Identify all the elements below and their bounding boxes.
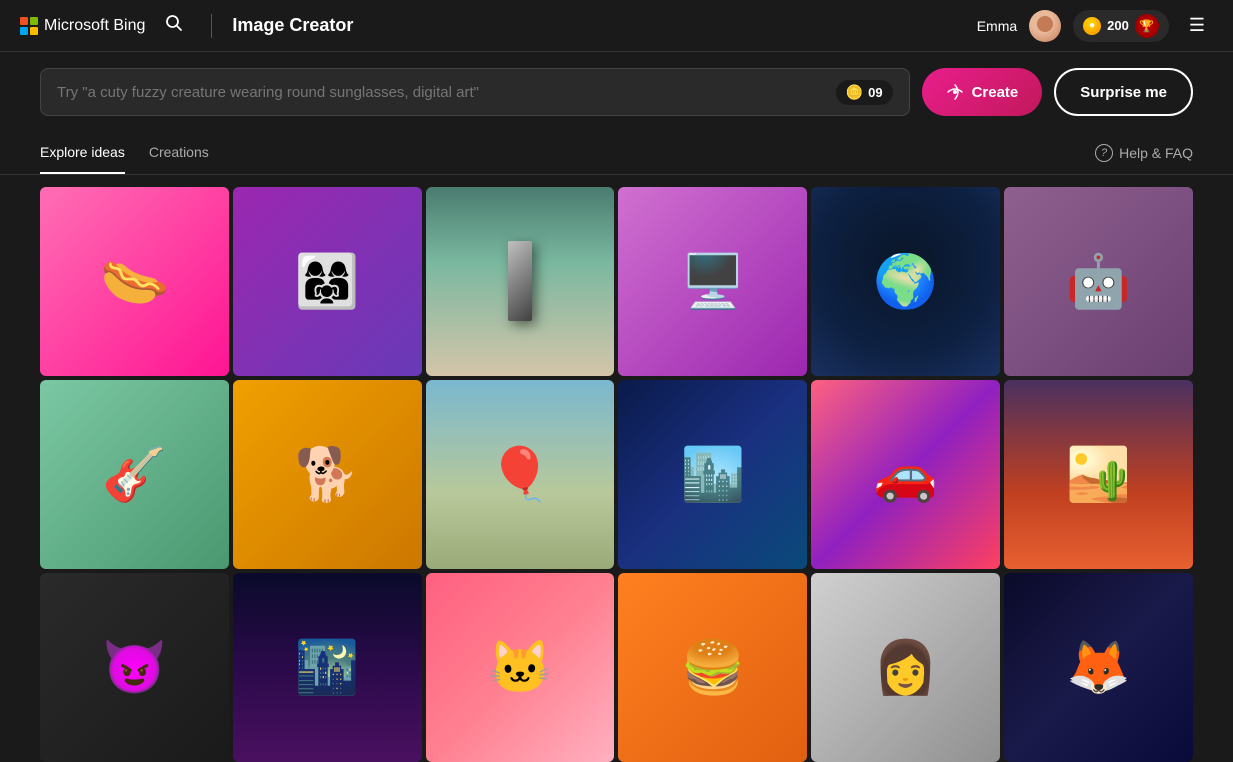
app-title: Image Creator <box>232 15 353 36</box>
image-cell-desert-figure[interactable] <box>1004 380 1193 569</box>
create-label: Create <box>972 84 1019 101</box>
search-icon-button[interactable] <box>157 10 191 41</box>
image-cell-hotdog[interactable] <box>40 187 229 376</box>
image-cell-robot-balloon[interactable] <box>426 380 615 569</box>
image-cell-space-dog[interactable] <box>1004 573 1193 762</box>
surprise-label: Surprise me <box>1080 84 1167 101</box>
header-left: Microsoft Bing Image Creator <box>20 10 353 41</box>
trophy-icon: 🏆 <box>1135 14 1159 38</box>
create-icon <box>946 83 964 101</box>
help-label: Help & FAQ <box>1119 145 1193 161</box>
menu-button[interactable]: ☰ <box>1181 11 1213 40</box>
tabs-section: Explore ideas Creations ? Help & FAQ <box>0 132 1233 175</box>
user-name: Emma <box>977 18 1017 34</box>
help-icon: ? <box>1095 144 1113 162</box>
coin-count-inline: 🪙 09 <box>836 80 893 105</box>
image-cell-lucky-cat[interactable] <box>426 573 615 762</box>
coin-inline-num: 09 <box>868 85 882 100</box>
image-cell-delorean[interactable] <box>811 380 1000 569</box>
tabs-left: Explore ideas Creations <box>40 132 233 174</box>
image-cell-guitar[interactable] <box>40 380 229 569</box>
coin-icon: ● <box>1083 17 1101 35</box>
coin-inline-icon: 🪙 <box>846 84 863 101</box>
help-faq[interactable]: ? Help & FAQ <box>1095 144 1193 162</box>
image-cell-robot-speaker[interactable] <box>1004 187 1193 376</box>
tab-explore[interactable]: Explore ideas <box>40 132 125 174</box>
search-row: 🪙 09 Create Surprise me <box>40 68 1193 116</box>
image-cell-shiba[interactable] <box>233 380 422 569</box>
header-right: Emma ● 200 🏆 ☰ <box>977 10 1213 42</box>
image-cell-mask[interactable] <box>40 573 229 762</box>
header-divider <box>211 14 212 38</box>
surprise-button[interactable]: Surprise me <box>1054 68 1193 116</box>
image-cell-burger[interactable] <box>618 573 807 762</box>
create-button[interactable]: Create <box>922 68 1043 116</box>
header: Microsoft Bing Image Creator Emma ● 200 … <box>0 0 1233 52</box>
image-cell-city-night[interactable] <box>233 573 422 762</box>
bing-logo[interactable]: Microsoft Bing <box>20 17 145 35</box>
image-grid <box>0 175 1233 762</box>
tab-creations[interactable]: Creations <box>149 132 209 174</box>
image-cell-monolith[interactable] <box>426 187 615 376</box>
bing-logo-grid <box>20 17 38 35</box>
points-badge[interactable]: ● 200 🏆 <box>1073 10 1169 42</box>
bing-logo-text: Microsoft Bing <box>44 17 145 35</box>
image-cell-city[interactable] <box>618 380 807 569</box>
search-bar-section: 🪙 09 Create Surprise me <box>0 52 1233 132</box>
user-avatar[interactable] <box>1029 10 1061 42</box>
search-input-wrapper[interactable]: 🪙 09 <box>40 68 910 116</box>
image-cell-earth[interactable] <box>811 187 1000 376</box>
image-cell-portrait[interactable] <box>811 573 1000 762</box>
image-cell-girls[interactable] <box>233 187 422 376</box>
points-count: 200 <box>1107 18 1129 33</box>
search-icon <box>165 14 183 32</box>
search-input[interactable] <box>57 84 836 101</box>
image-cell-computer[interactable] <box>618 187 807 376</box>
